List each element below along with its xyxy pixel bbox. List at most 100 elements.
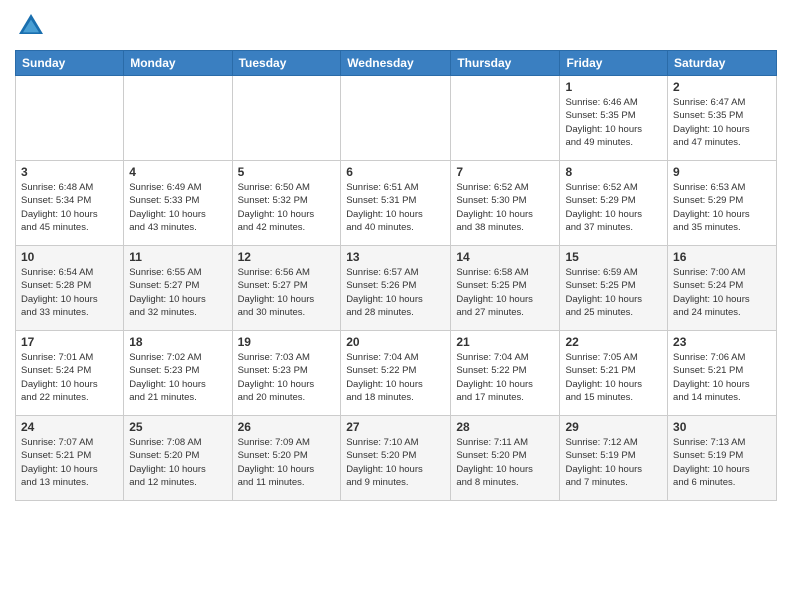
- day-number: 6: [346, 165, 445, 179]
- day-number: 17: [21, 335, 118, 349]
- day-number: 27: [346, 420, 445, 434]
- calendar-cell: [451, 76, 560, 161]
- day-number: 1: [565, 80, 662, 94]
- day-of-week-header: Wednesday: [341, 51, 451, 76]
- calendar-cell: 19 Sunrise: 7:03 AM Sunset: 5:23 PM Dayli…: [232, 331, 341, 416]
- day-number: 19: [238, 335, 336, 349]
- calendar-cell: 17 Sunrise: 7:01 AM Sunset: 5:24 PM Dayli…: [16, 331, 124, 416]
- logo-icon: [15, 10, 47, 42]
- day-number: 28: [456, 420, 554, 434]
- calendar-cell: 7Sunrise: 6:52 AM Sunset: 5:30 PM Daylig…: [451, 161, 560, 246]
- day-info: Sunrise: 6:54 AM Sunset: 5:28 PM Dayligh…: [21, 266, 118, 319]
- calendar-week-row: 3 Sunrise: 6:48 AM Sunset: 5:34 PM Daylig…: [16, 161, 777, 246]
- calendar-cell: 22Sunrise: 7:05 AM Sunset: 5:21 PM Dayli…: [560, 331, 668, 416]
- day-number: 24: [21, 420, 118, 434]
- day-info: Sunrise: 7:09 AM Sunset: 5:20 PM Dayligh…: [238, 436, 336, 489]
- day-info: Sunrise: 7:02 AM Sunset: 5:23 PM Dayligh…: [129, 351, 226, 404]
- day-number: 13: [346, 250, 445, 264]
- day-number: 26: [238, 420, 336, 434]
- calendar-cell: 15 Sunrise: 6:59 AM Sunset: 5:25 PM Dayli…: [560, 246, 668, 331]
- day-of-week-header: Monday: [124, 51, 232, 76]
- calendar-cell: [341, 76, 451, 161]
- day-info: Sunrise: 7:03 AM Sunset: 5:23 PM Dayligh…: [238, 351, 336, 404]
- calendar-cell: [124, 76, 232, 161]
- day-info: Sunrise: 7:04 AM Sunset: 5:22 PM Dayligh…: [456, 351, 554, 404]
- calendar-cell: [232, 76, 341, 161]
- calendar-cell: 26 Sunrise: 7:09 AM Sunset: 5:20 PM Dayli…: [232, 416, 341, 501]
- day-info: Sunrise: 6:56 AM Sunset: 5:27 PM Dayligh…: [238, 266, 336, 319]
- day-info: Sunrise: 7:10 AM Sunset: 5:20 PM Dayligh…: [346, 436, 445, 489]
- day-of-week-header: Sunday: [16, 51, 124, 76]
- day-info: Sunrise: 6:58 AM Sunset: 5:25 PM Dayligh…: [456, 266, 554, 319]
- calendar-table: SundayMondayTuesdayWednesdayThursdayFrid…: [15, 50, 777, 501]
- calendar-cell: 6 Sunrise: 6:51 AM Sunset: 5:31 PM Daylig…: [341, 161, 451, 246]
- day-info: Sunrise: 7:12 AM Sunset: 5:19 PM Dayligh…: [565, 436, 662, 489]
- day-info: Sunrise: 6:53 AM Sunset: 5:29 PM Dayligh…: [673, 181, 771, 234]
- day-number: 11: [129, 250, 226, 264]
- day-number: 4: [129, 165, 226, 179]
- day-info: Sunrise: 6:47 AM Sunset: 5:35 PM Dayligh…: [673, 96, 771, 149]
- day-info: Sunrise: 6:52 AM Sunset: 5:30 PM Dayligh…: [456, 181, 554, 234]
- day-number: 16: [673, 250, 771, 264]
- day-of-week-header: Friday: [560, 51, 668, 76]
- calendar-cell: 20Sunrise: 7:04 AM Sunset: 5:22 PM Dayli…: [341, 331, 451, 416]
- day-number: 29: [565, 420, 662, 434]
- calendar-header: SundayMondayTuesdayWednesdayThursdayFrid…: [16, 51, 777, 76]
- calendar-cell: 24 Sunrise: 7:07 AM Sunset: 5:21 PM Dayli…: [16, 416, 124, 501]
- calendar-cell: 8 Sunrise: 6:52 AM Sunset: 5:29 PM Daylig…: [560, 161, 668, 246]
- calendar-cell: [16, 76, 124, 161]
- day-info: Sunrise: 6:50 AM Sunset: 5:32 PM Dayligh…: [238, 181, 336, 234]
- calendar-cell: 3 Sunrise: 6:48 AM Sunset: 5:34 PM Daylig…: [16, 161, 124, 246]
- calendar-cell: 23 Sunrise: 7:06 AM Sunset: 5:21 PM Dayli…: [668, 331, 777, 416]
- calendar-cell: 30Sunrise: 7:13 AM Sunset: 5:19 PM Dayli…: [668, 416, 777, 501]
- day-info: Sunrise: 7:01 AM Sunset: 5:24 PM Dayligh…: [21, 351, 118, 404]
- calendar-cell: 4 Sunrise: 6:49 AM Sunset: 5:33 PM Daylig…: [124, 161, 232, 246]
- day-number: 22: [565, 335, 662, 349]
- day-info: Sunrise: 6:46 AM Sunset: 5:35 PM Dayligh…: [565, 96, 662, 149]
- day-info: Sunrise: 6:55 AM Sunset: 5:27 PM Dayligh…: [129, 266, 226, 319]
- header: [15, 10, 777, 42]
- calendar-cell: 2 Sunrise: 6:47 AM Sunset: 5:35 PM Daylig…: [668, 76, 777, 161]
- day-number: 14: [456, 250, 554, 264]
- day-number: 12: [238, 250, 336, 264]
- day-info: Sunrise: 6:51 AM Sunset: 5:31 PM Dayligh…: [346, 181, 445, 234]
- calendar-cell: 13 Sunrise: 6:57 AM Sunset: 5:26 PM Dayli…: [341, 246, 451, 331]
- day-info: Sunrise: 6:57 AM Sunset: 5:26 PM Dayligh…: [346, 266, 445, 319]
- day-number: 23: [673, 335, 771, 349]
- day-of-week-header: Saturday: [668, 51, 777, 76]
- calendar-body: 1 Sunrise: 6:46 AM Sunset: 5:35 PM Daylig…: [16, 76, 777, 501]
- day-number: 15: [565, 250, 662, 264]
- day-info: Sunrise: 7:11 AM Sunset: 5:20 PM Dayligh…: [456, 436, 554, 489]
- day-number: 30: [673, 420, 771, 434]
- calendar-week-row: 24 Sunrise: 7:07 AM Sunset: 5:21 PM Dayli…: [16, 416, 777, 501]
- calendar-cell: 16 Sunrise: 7:00 AM Sunset: 5:24 PM Dayli…: [668, 246, 777, 331]
- calendar-cell: 25Sunrise: 7:08 AM Sunset: 5:20 PM Dayli…: [124, 416, 232, 501]
- calendar-week-row: 17 Sunrise: 7:01 AM Sunset: 5:24 PM Dayli…: [16, 331, 777, 416]
- day-number: 10: [21, 250, 118, 264]
- calendar-cell: 11 Sunrise: 6:55 AM Sunset: 5:27 PM Dayli…: [124, 246, 232, 331]
- logo: [15, 10, 53, 42]
- calendar-week-row: 1 Sunrise: 6:46 AM Sunset: 5:35 PM Daylig…: [16, 76, 777, 161]
- calendar-cell: 10 Sunrise: 6:54 AM Sunset: 5:28 PM Dayli…: [16, 246, 124, 331]
- day-number: 8: [565, 165, 662, 179]
- calendar-week-row: 10 Sunrise: 6:54 AM Sunset: 5:28 PM Dayli…: [16, 246, 777, 331]
- calendar-cell: 9Sunrise: 6:53 AM Sunset: 5:29 PM Daylig…: [668, 161, 777, 246]
- day-info: Sunrise: 7:00 AM Sunset: 5:24 PM Dayligh…: [673, 266, 771, 319]
- calendar-cell: 5 Sunrise: 6:50 AM Sunset: 5:32 PM Daylig…: [232, 161, 341, 246]
- day-info: Sunrise: 6:59 AM Sunset: 5:25 PM Dayligh…: [565, 266, 662, 319]
- day-number: 5: [238, 165, 336, 179]
- calendar-cell: 1 Sunrise: 6:46 AM Sunset: 5:35 PM Daylig…: [560, 76, 668, 161]
- day-info: Sunrise: 6:49 AM Sunset: 5:33 PM Dayligh…: [129, 181, 226, 234]
- day-info: Sunrise: 6:52 AM Sunset: 5:29 PM Dayligh…: [565, 181, 662, 234]
- day-number: 21: [456, 335, 554, 349]
- day-number: 25: [129, 420, 226, 434]
- calendar-cell: 18Sunrise: 7:02 AM Sunset: 5:23 PM Dayli…: [124, 331, 232, 416]
- day-info: Sunrise: 6:48 AM Sunset: 5:34 PM Dayligh…: [21, 181, 118, 234]
- calendar-cell: 28 Sunrise: 7:11 AM Sunset: 5:20 PM Dayli…: [451, 416, 560, 501]
- day-number: 20: [346, 335, 445, 349]
- day-info: Sunrise: 7:07 AM Sunset: 5:21 PM Dayligh…: [21, 436, 118, 489]
- day-number: 2: [673, 80, 771, 94]
- page: SundayMondayTuesdayWednesdayThursdayFrid…: [0, 0, 792, 516]
- day-number: 3: [21, 165, 118, 179]
- day-info: Sunrise: 7:06 AM Sunset: 5:21 PM Dayligh…: [673, 351, 771, 404]
